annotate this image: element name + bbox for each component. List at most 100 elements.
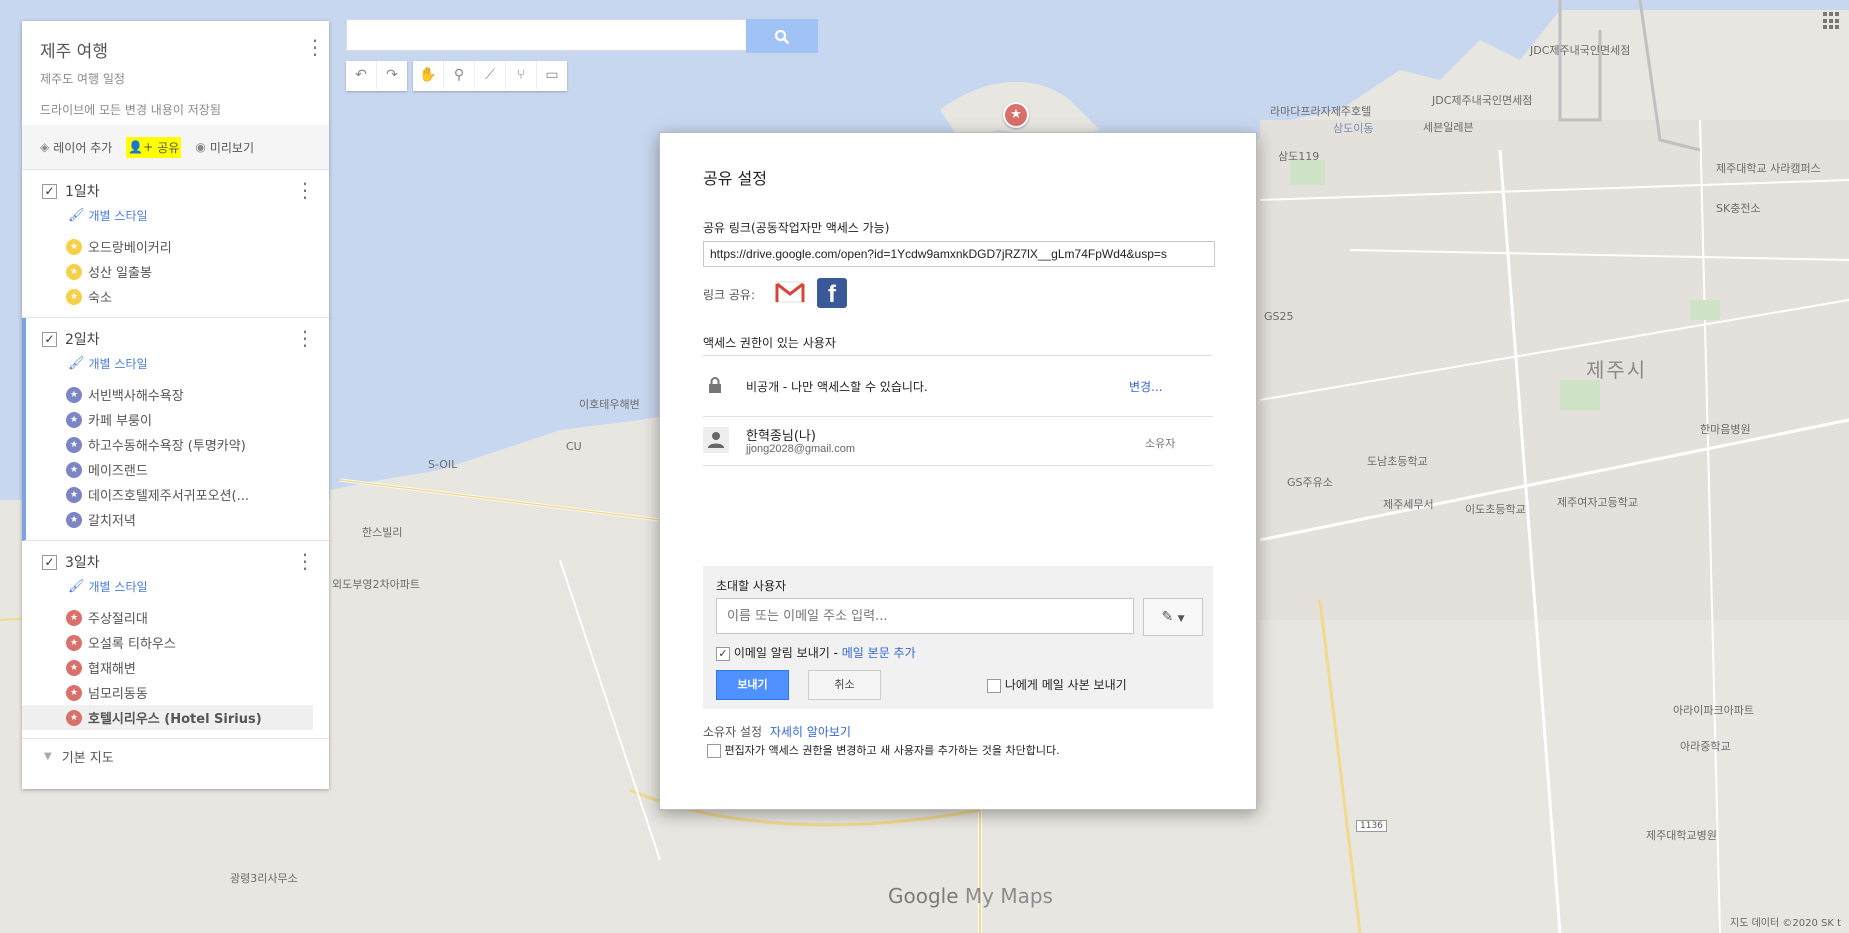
list-item[interactable]: ★ 주상절리대 bbox=[22, 605, 329, 630]
share-settings-dialog: 공유 설정 공유 링크(공동작업자만 액세스 가능) https://drive… bbox=[659, 132, 1257, 810]
prevent-editors-checkbox[interactable] bbox=[707, 744, 721, 758]
owner-role: 소유자 bbox=[1145, 437, 1176, 450]
notify-checkbox[interactable]: ✓ bbox=[716, 646, 730, 661]
layer-name[interactable]: 1일차 bbox=[65, 181, 100, 201]
map-label: CU bbox=[566, 440, 582, 453]
map-description[interactable]: 제주도 여행 일정 bbox=[40, 70, 311, 87]
layer-style-link[interactable]: 🖌 개별 스타일 bbox=[22, 204, 329, 228]
map-label: 제주세무서 bbox=[1383, 498, 1434, 511]
add-layer-button[interactable]: ◈ 레이어 추가 bbox=[40, 139, 112, 156]
base-map-toggle[interactable]: ▼ 기본 지도 bbox=[22, 739, 329, 773]
star-icon: ★ bbox=[66, 609, 82, 626]
list-item[interactable]: ★ 넘모리동동 bbox=[22, 680, 329, 705]
place-name: 넘모리동동 bbox=[88, 687, 148, 702]
star-icon: ★ bbox=[66, 486, 82, 503]
share-button[interactable]: 👤+ 공유 bbox=[126, 136, 182, 158]
owner-name: 한혁종님(나) bbox=[746, 429, 816, 444]
layer-style-link[interactable]: 🖌 개별 스타일 bbox=[22, 575, 329, 599]
layer-options-menu-icon[interactable] bbox=[295, 549, 315, 573]
layer-options-menu-icon[interactable] bbox=[295, 326, 315, 350]
basemap-label: 기본 지도 bbox=[61, 750, 114, 766]
draw-line-icon[interactable]: ⟋ bbox=[475, 61, 506, 89]
map-label: 라마다프라자제주호텔 bbox=[1270, 105, 1372, 118]
list-item[interactable]: ★ 갈치저녁 bbox=[26, 507, 329, 532]
save-status: 드라이브에 모든 변경 내용이 저장됨 bbox=[40, 103, 221, 117]
place-name: 오드랑베이커리 bbox=[88, 241, 172, 256]
send-copy-row: 나에게 메일 사본 보내기 bbox=[987, 676, 1127, 693]
layer-style-link[interactable]: 🖌 개별 스타일 bbox=[26, 352, 329, 376]
panel-header: 제주 여행 제주도 여행 일정 드라이브에 모든 변경 내용이 저장됨 bbox=[22, 21, 329, 125]
marker-icon[interactable]: ⚲ bbox=[444, 61, 475, 89]
list-item[interactable]: ★ 메이즈랜드 bbox=[26, 457, 329, 482]
map-search-input[interactable] bbox=[346, 19, 763, 51]
list-item[interactable]: ★ 카페 부룽이 bbox=[26, 407, 329, 432]
panel-actions: ◈ 레이어 추가 👤+ 공유 ◉ 미리보기 bbox=[22, 125, 329, 170]
star-icon: ★ bbox=[66, 659, 82, 676]
layer-visibility-checkbox[interactable]: ✓ bbox=[42, 331, 57, 347]
send-button[interactable]: 보내기 bbox=[716, 670, 789, 700]
hand-icon[interactable]: ✋ bbox=[413, 61, 444, 89]
paint-roller-icon: 🖌 bbox=[68, 579, 85, 594]
star-icon: ★ bbox=[66, 411, 82, 428]
list-item[interactable]: ★ 호텔시리우스 (Hotel Sirius) bbox=[22, 705, 313, 730]
map-label: 제주대학교병원 bbox=[1646, 829, 1717, 842]
learn-more-link[interactable]: 자세히 알아보기 bbox=[770, 725, 851, 739]
layers-icon: ◈ bbox=[40, 140, 50, 154]
gmail-icon[interactable] bbox=[775, 281, 805, 303]
invite-email-input[interactable] bbox=[716, 598, 1134, 634]
layer-visibility-checkbox[interactable]: ✓ bbox=[42, 554, 57, 570]
ruler-icon[interactable]: ▭ bbox=[537, 61, 567, 89]
undo-icon[interactable]: ↶ bbox=[346, 61, 377, 89]
place-name: 협재해변 bbox=[88, 662, 136, 677]
list-item[interactable]: ★ 데이즈호텔제주서귀포오션(... bbox=[26, 482, 329, 507]
prevent-editors-row: 편집자가 액세스 권한을 변경하고 새 사용자를 추가하는 것을 차단합니다. bbox=[707, 742, 1060, 758]
star-icon: ★ bbox=[66, 263, 82, 280]
map-search-bar bbox=[346, 19, 818, 53]
layer-options-menu-icon[interactable] bbox=[295, 178, 315, 202]
layer-day3: ✓ 3일차 🖌 개별 스타일 ★ 주상절리대 ★ 오설록 티하우스 ★ 협재해변 ★ 넘… bbox=[22, 541, 329, 739]
search-icon bbox=[774, 29, 790, 44]
permission-dropdown[interactable]: ✎ ▼ bbox=[1143, 598, 1203, 636]
invite-section: 초대할 사용자 ✎ ▼ ✓ 이메일 알림 보내기 - 메일 본문 추가 나에게 … bbox=[703, 566, 1213, 709]
add-person-icon: 👤+ bbox=[128, 140, 154, 154]
layer-name[interactable]: 3일차 bbox=[65, 552, 100, 572]
layer-name[interactable]: 2일차 bbox=[65, 329, 100, 349]
map-label: 외도부영2차아파트 bbox=[332, 578, 420, 591]
place-name: 성산 일출봉 bbox=[88, 266, 152, 281]
add-message-link[interactable]: 메일 본문 추가 bbox=[842, 646, 916, 660]
share-link-field[interactable]: https://drive.google.com/open?id=1Ycdw9a… bbox=[703, 241, 1215, 267]
preview-button[interactable]: ◉ 미리보기 bbox=[195, 139, 254, 156]
add-layer-label: 레이어 추가 bbox=[53, 140, 113, 155]
redo-icon[interactable]: ↷ bbox=[377, 61, 407, 89]
history-group: ↶ ↷ bbox=[346, 61, 407, 91]
facebook-icon[interactable]: f bbox=[817, 278, 847, 308]
place-name: 오설록 티하우스 bbox=[88, 637, 176, 652]
list-item[interactable]: ★ 숙소 bbox=[22, 284, 329, 309]
list-item[interactable]: ★ 오설록 티하우스 bbox=[22, 630, 329, 655]
star-icon: ★ bbox=[66, 709, 82, 726]
map-layers-panel: 제주 여행 제주도 여행 일정 드라이브에 모든 변경 내용이 저장됨 ◈ 레이… bbox=[22, 21, 329, 789]
map-label: 제주여자고등학교 bbox=[1557, 496, 1638, 509]
mymaps-logo-text: My Maps bbox=[964, 884, 1053, 908]
cancel-button[interactable]: 취소 bbox=[808, 670, 881, 700]
apps-grid-icon[interactable] bbox=[1823, 12, 1841, 30]
map-label: GS25 bbox=[1264, 310, 1294, 323]
list-item[interactable]: ★ 하고수동해수욕장 (투명카약) bbox=[26, 432, 329, 457]
map-label: 이도초등학교 bbox=[1465, 503, 1526, 516]
map-label: 아라중학교 bbox=[1680, 740, 1731, 753]
change-access-link[interactable]: 변경... bbox=[1129, 378, 1163, 395]
list-item[interactable]: ★ 성산 일출봉 bbox=[22, 259, 329, 284]
route-icon[interactable]: ⑂ bbox=[506, 61, 537, 89]
map-options-menu-icon[interactable] bbox=[305, 35, 325, 59]
place-name: 갈치저녁 bbox=[88, 514, 136, 529]
layer-visibility-checkbox[interactable]: ✓ bbox=[42, 183, 57, 199]
search-button[interactable] bbox=[746, 19, 818, 53]
list-item[interactable]: ★ 오드랑베이커리 bbox=[22, 234, 329, 259]
send-copy-checkbox[interactable] bbox=[987, 678, 1001, 693]
map-marker-star-icon[interactable]: ★ bbox=[1003, 102, 1029, 128]
map-title[interactable]: 제주 여행 bbox=[40, 37, 311, 62]
list-item[interactable]: ★ 서빈백사해수욕장 bbox=[26, 382, 329, 407]
list-item[interactable]: ★ 협재해변 bbox=[22, 655, 329, 680]
road-number-badge: 1136 bbox=[1356, 820, 1387, 832]
place-name: 데이즈호텔제주서귀포오션(... bbox=[88, 489, 249, 504]
